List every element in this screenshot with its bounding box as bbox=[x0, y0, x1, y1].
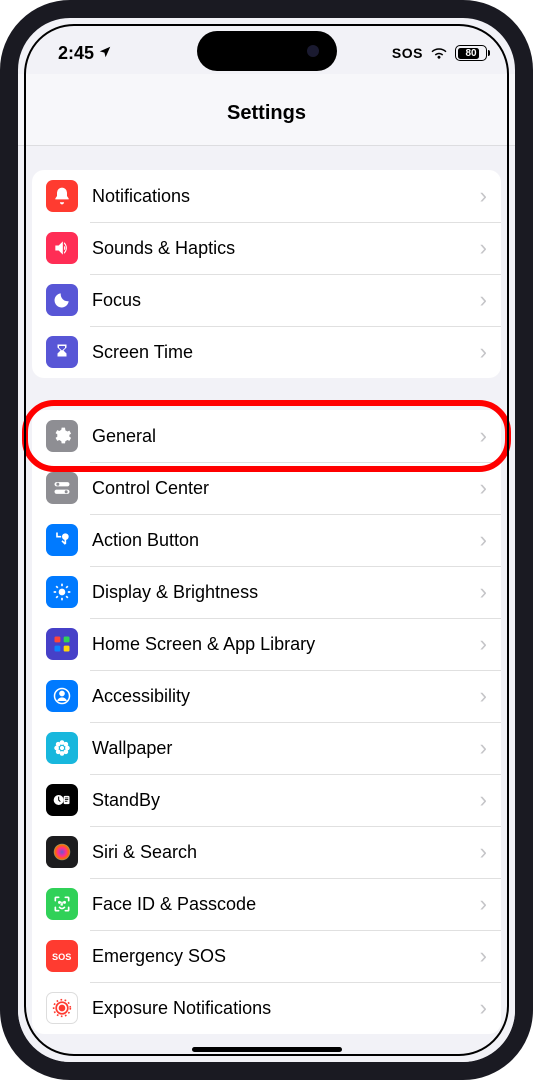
page-title: Settings bbox=[18, 74, 515, 146]
settings-group: Notifications›Sounds & Haptics›Focus›Scr… bbox=[32, 170, 501, 378]
row-label: Accessibility bbox=[92, 686, 480, 707]
chevron-right-icon: › bbox=[480, 579, 487, 605]
settings-row-screentime[interactable]: Screen Time› bbox=[32, 326, 501, 378]
chevron-right-icon: › bbox=[480, 423, 487, 449]
phone-frame: 2:45 SOS 80 Settings Notifications›Sound… bbox=[0, 0, 533, 1080]
chevron-right-icon: › bbox=[480, 995, 487, 1021]
chevron-right-icon: › bbox=[480, 735, 487, 761]
row-label: Control Center bbox=[92, 478, 480, 499]
flower-icon bbox=[46, 732, 78, 764]
settings-row-general[interactable]: General› bbox=[32, 410, 501, 462]
status-time: 2:45 bbox=[58, 43, 94, 64]
sos-indicator: SOS bbox=[392, 45, 423, 61]
chevron-right-icon: › bbox=[480, 943, 487, 969]
row-label: Siri & Search bbox=[92, 842, 480, 863]
settings-row-sounds[interactable]: Sounds & Haptics› bbox=[32, 222, 501, 274]
settings-row-standby[interactable]: StandBy› bbox=[32, 774, 501, 826]
row-label: General bbox=[92, 426, 480, 447]
chevron-right-icon: › bbox=[480, 235, 487, 261]
chevron-right-icon: › bbox=[480, 787, 487, 813]
person-icon bbox=[46, 680, 78, 712]
exposure-icon bbox=[46, 992, 78, 1024]
chevron-right-icon: › bbox=[480, 839, 487, 865]
settings-row-faceid[interactable]: Face ID & Passcode› bbox=[32, 878, 501, 930]
row-label: Face ID & Passcode bbox=[92, 894, 480, 915]
wifi-icon bbox=[430, 43, 448, 64]
chevron-right-icon: › bbox=[480, 287, 487, 313]
chevron-right-icon: › bbox=[480, 475, 487, 501]
row-label: Display & Brightness bbox=[92, 582, 480, 603]
row-label: Sounds & Haptics bbox=[92, 238, 480, 259]
settings-row-accessibility[interactable]: Accessibility› bbox=[32, 670, 501, 722]
settings-row-focus[interactable]: Focus› bbox=[32, 274, 501, 326]
settings-row-exposure[interactable]: Exposure Notifications› bbox=[32, 982, 501, 1034]
row-label: Screen Time bbox=[92, 342, 480, 363]
settings-row-wallpaper[interactable]: Wallpaper› bbox=[32, 722, 501, 774]
row-label: Home Screen & App Library bbox=[92, 634, 480, 655]
settings-row-display[interactable]: Display & Brightness› bbox=[32, 566, 501, 618]
switches-icon bbox=[46, 472, 78, 504]
hourglass-icon bbox=[46, 336, 78, 368]
settings-row-sos-row[interactable]: SOS Emergency SOS› bbox=[32, 930, 501, 982]
chevron-right-icon: › bbox=[480, 339, 487, 365]
sos-icon: SOS bbox=[46, 940, 78, 972]
location-icon bbox=[98, 43, 112, 64]
settings-row-controlcenter[interactable]: Control Center› bbox=[32, 462, 501, 514]
settings-row-actionbutton[interactable]: Action Button› bbox=[32, 514, 501, 566]
row-label: Wallpaper bbox=[92, 738, 480, 759]
row-label: Exposure Notifications bbox=[92, 998, 480, 1019]
siri-icon bbox=[46, 836, 78, 868]
svg-text:SOS: SOS bbox=[52, 952, 71, 962]
face-icon bbox=[46, 888, 78, 920]
chevron-right-icon: › bbox=[480, 527, 487, 553]
settings-row-siri[interactable]: Siri & Search› bbox=[32, 826, 501, 878]
row-label: Focus bbox=[92, 290, 480, 311]
row-label: Emergency SOS bbox=[92, 946, 480, 967]
clock-card-icon bbox=[46, 784, 78, 816]
settings-row-notifications[interactable]: Notifications› bbox=[32, 170, 501, 222]
row-label: Action Button bbox=[92, 530, 480, 551]
settings-group: General›Control Center›Action Button›Dis… bbox=[32, 410, 501, 1034]
grid-icon bbox=[46, 628, 78, 660]
sun-icon bbox=[46, 576, 78, 608]
row-label: Notifications bbox=[92, 186, 480, 207]
action-icon bbox=[46, 524, 78, 556]
row-label: StandBy bbox=[92, 790, 480, 811]
battery-icon: 80 bbox=[455, 45, 487, 61]
dynamic-island bbox=[197, 31, 337, 71]
bell-icon bbox=[46, 180, 78, 212]
chevron-right-icon: › bbox=[480, 631, 487, 657]
home-indicator[interactable] bbox=[192, 1047, 342, 1052]
settings-list[interactable]: Notifications›Sounds & Haptics›Focus›Scr… bbox=[18, 146, 515, 1062]
chevron-right-icon: › bbox=[480, 183, 487, 209]
moon-icon bbox=[46, 284, 78, 316]
gear-icon bbox=[46, 420, 78, 452]
chevron-right-icon: › bbox=[480, 891, 487, 917]
chevron-right-icon: › bbox=[480, 683, 487, 709]
settings-row-homescreen[interactable]: Home Screen & App Library› bbox=[32, 618, 501, 670]
speaker-icon bbox=[46, 232, 78, 264]
